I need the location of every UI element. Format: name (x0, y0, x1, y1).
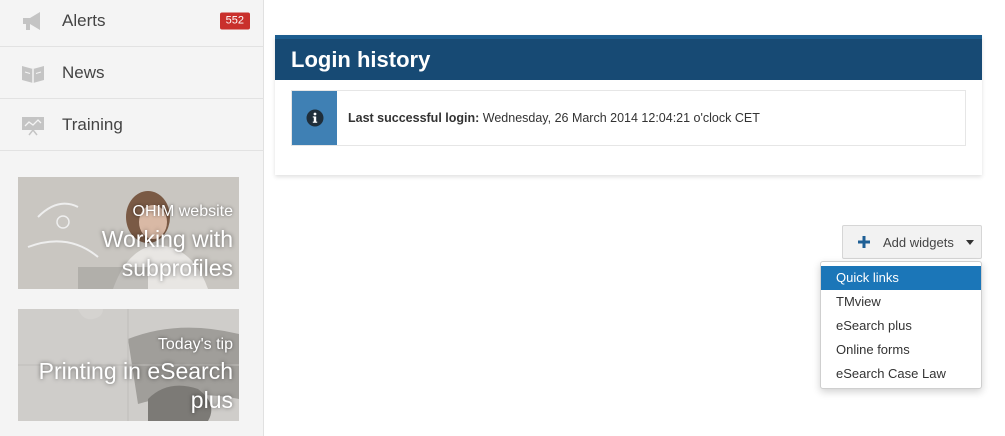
menu-item-tmview[interactable]: TMview (821, 290, 981, 314)
plus-icon (858, 236, 870, 248)
menu-item-quick-links[interactable]: Quick links (821, 266, 981, 290)
add-widgets-button[interactable]: Add widgets (842, 225, 982, 259)
last-login-info: Last successful login: Wednesday, 26 Mar… (291, 90, 966, 146)
last-login-value: Wednesday, 26 March 2014 12:04:21 o'cloc… (482, 111, 760, 125)
promo-small-title: Today's tip (157, 336, 233, 353)
add-widgets-label: Add widgets (883, 234, 954, 250)
sidebar-item-training[interactable]: Training (0, 99, 264, 151)
promo-todays-tip[interactable]: Today's tip Printing in eSearch plus (18, 309, 239, 421)
login-history-header: Login history (275, 35, 982, 80)
sidebar-item-label: News (62, 62, 105, 82)
promo-big-title-line2: plus (190, 387, 233, 413)
promo-ohim-website[interactable]: OHIM website Working with subprofiles (18, 177, 239, 289)
menu-item-online-forms[interactable]: Online forms (821, 338, 981, 362)
megaphone-icon (23, 11, 40, 30)
presentation-icon (22, 116, 44, 135)
page-title: Login history (291, 46, 431, 72)
menu-item-esearch-case-law[interactable]: eSearch Case Law (821, 362, 981, 386)
sidebar-item-news[interactable]: News (0, 47, 264, 99)
promo-big-title-line2: subprofiles (121, 255, 233, 281)
add-widgets-menu: Quick links TMview eSearch plus Online f… (820, 261, 982, 389)
sidebar: Alerts 552 News Training OHIM website Wo… (0, 0, 264, 436)
promo-big-title-line1: Working with (101, 226, 233, 252)
login-history-widget: Login history Last successful login: Wed… (275, 35, 982, 175)
sidebar-item-label: Alerts (62, 10, 106, 30)
promo-small-title: OHIM website (132, 203, 233, 220)
info-icon (306, 109, 323, 127)
alerts-count-badge: 552 (219, 12, 250, 29)
newspaper-icon (22, 65, 44, 83)
menu-item-esearch-plus[interactable]: eSearch plus (821, 314, 981, 338)
caret-down-icon (966, 240, 974, 245)
sidebar-item-alerts[interactable]: Alerts 552 (0, 0, 264, 47)
info-icon-box (292, 91, 337, 145)
last-login-text: Last successful login: Wednesday, 26 Mar… (348, 111, 760, 125)
last-login-label: Last successful login: (348, 111, 480, 125)
sidebar-item-label: Training (62, 114, 123, 134)
promo-big-title-line1: Printing in eSearch (38, 358, 233, 384)
